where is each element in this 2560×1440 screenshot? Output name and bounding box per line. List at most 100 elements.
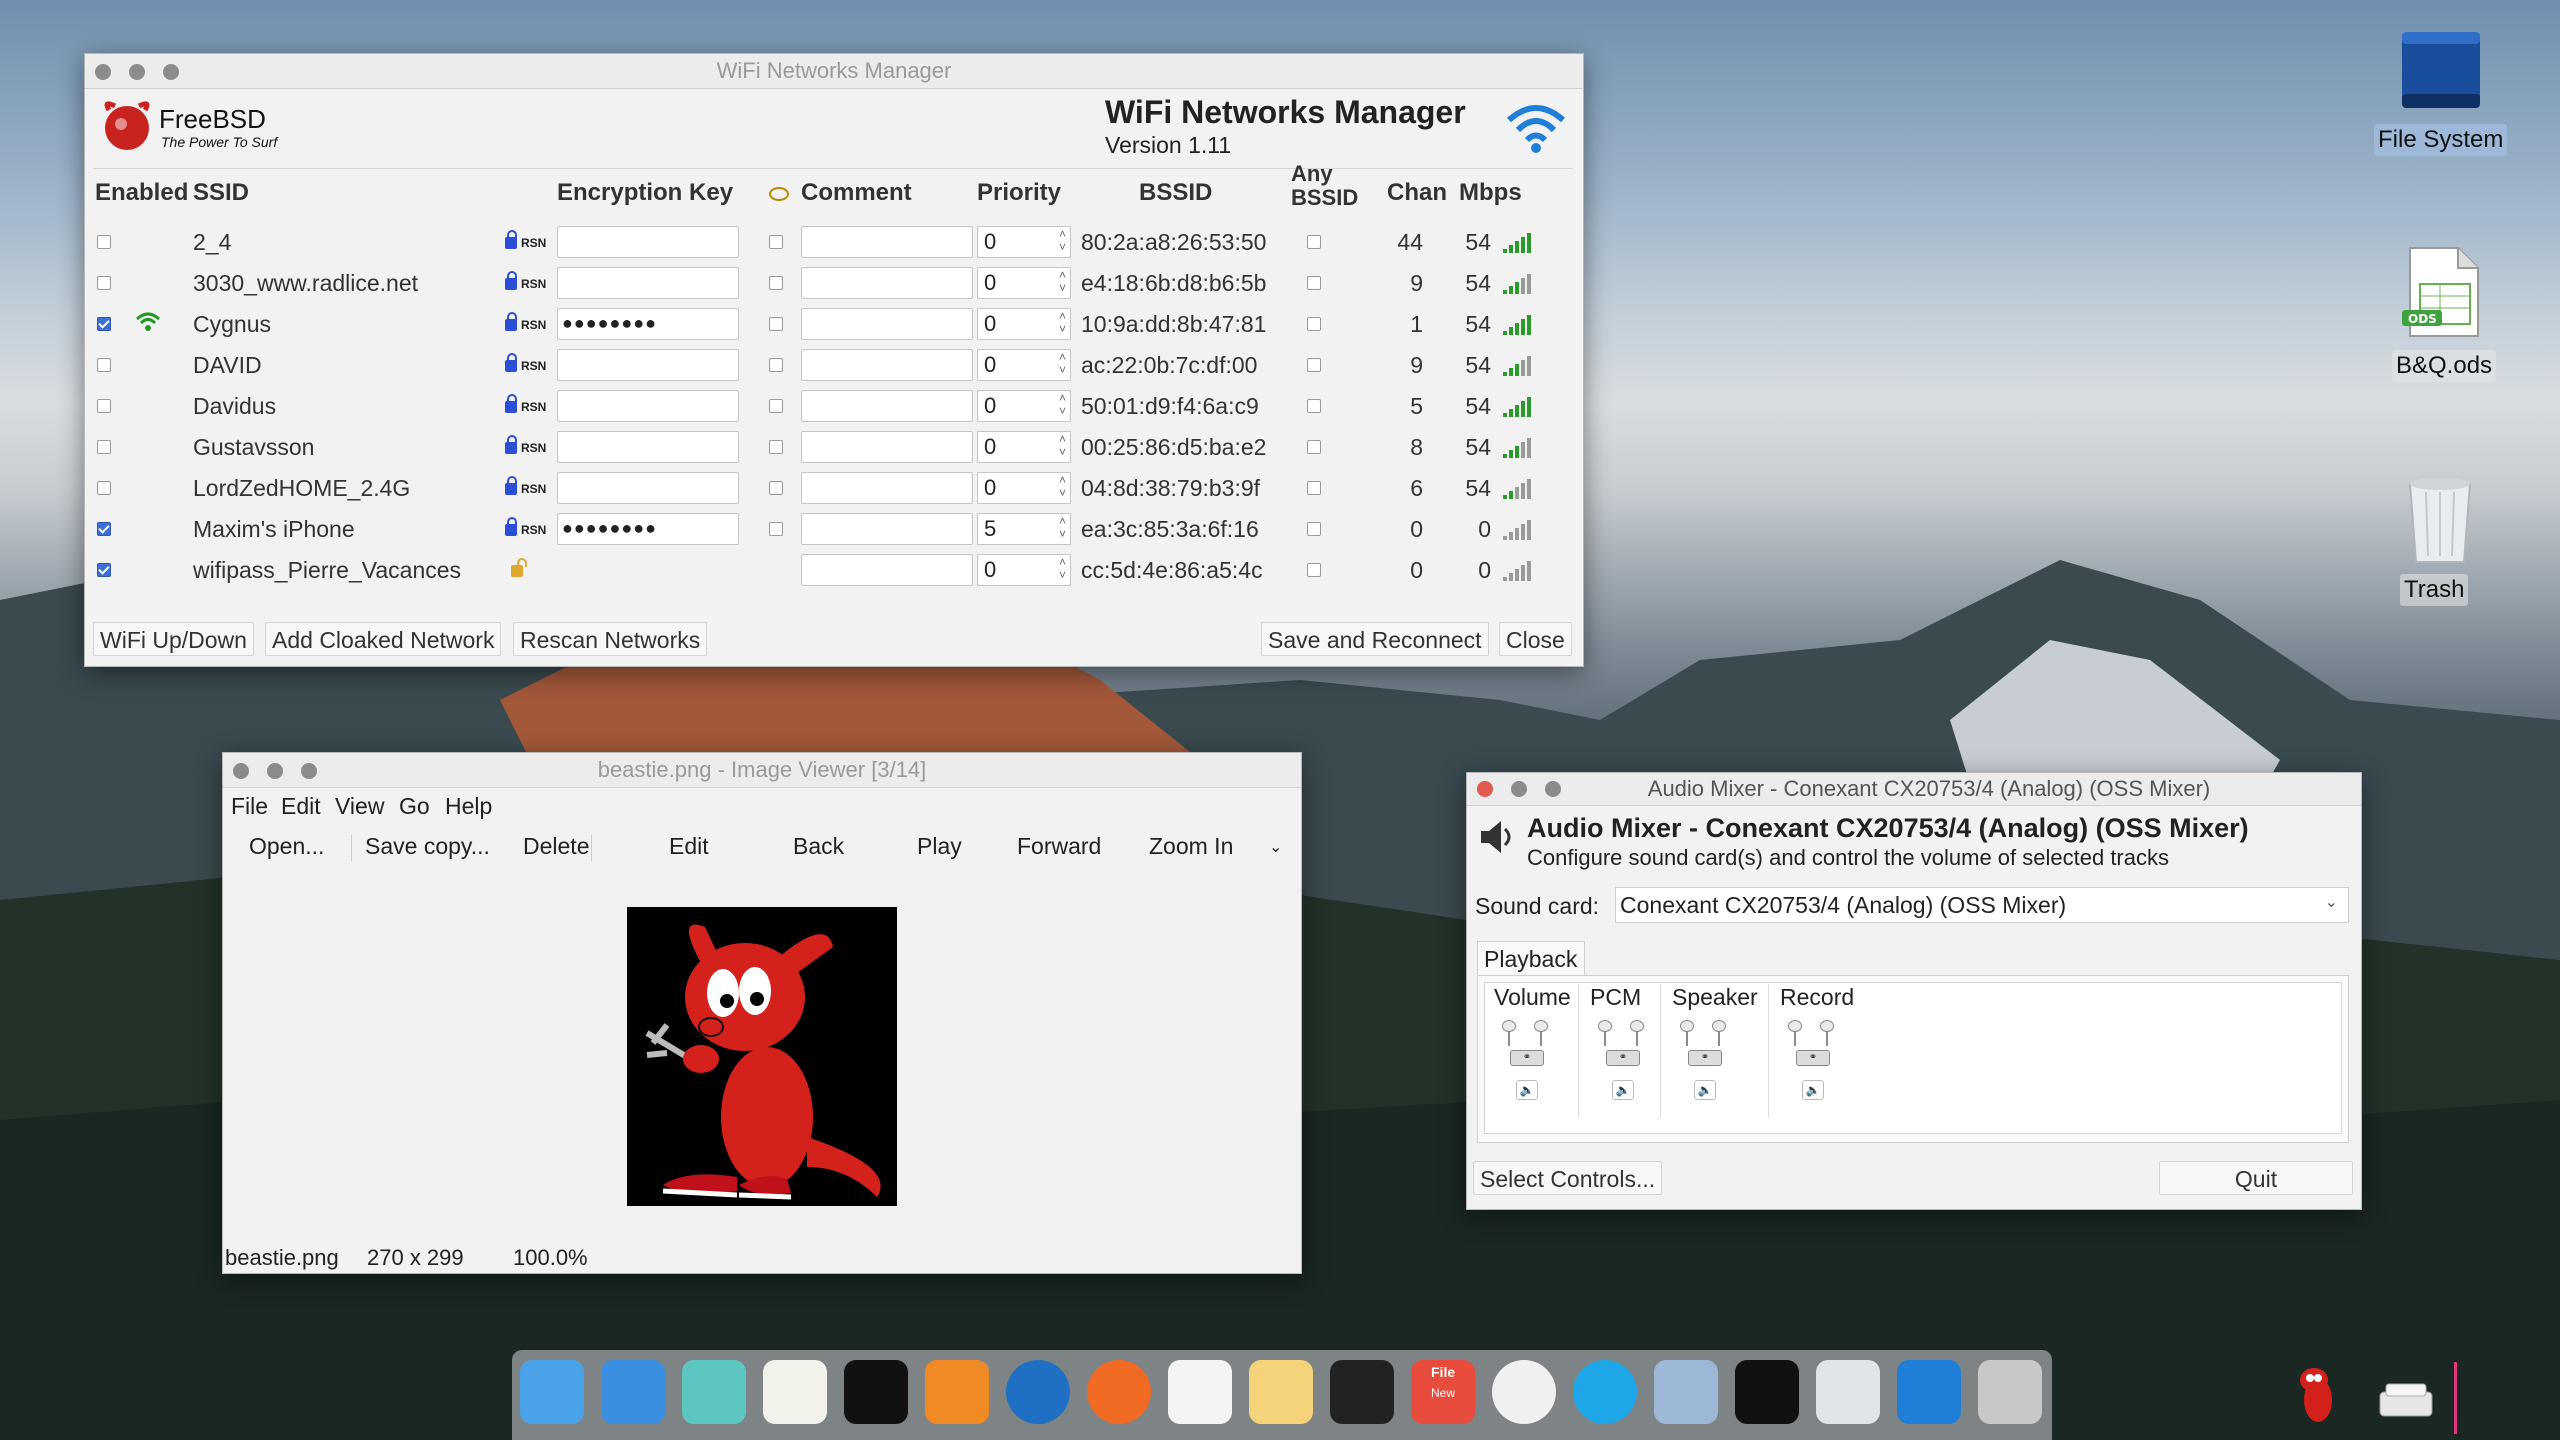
network-row[interactable]: wifipass_Pierre_Vacances 0 cc:5d:4e:86:a5:… (93, 551, 1573, 592)
beastie-tray-icon[interactable] (2288, 1362, 2348, 1432)
open-button[interactable]: Open... (249, 833, 324, 860)
right-volume-slider[interactable] (1630, 1020, 1644, 1046)
encryption-key-input[interactable]: ●●●●●●●● (557, 513, 739, 545)
link-channels-icon[interactable]: ⚭ (1510, 1050, 1544, 1066)
notes-icon[interactable] (1249, 1360, 1313, 1424)
encryption-key-input[interactable] (557, 472, 739, 504)
enabled-checkbox[interactable] (97, 440, 111, 454)
save-copy-button[interactable]: Save copy... (365, 833, 490, 860)
enabled-checkbox[interactable] (97, 399, 111, 413)
right-volume-slider[interactable] (1820, 1020, 1834, 1046)
comment-input[interactable] (801, 226, 973, 258)
zoom-in-button[interactable]: Zoom In (1149, 833, 1233, 860)
desktop-icon-file-system[interactable]: File System (2370, 24, 2510, 164)
comment-input[interactable] (801, 472, 973, 504)
encryption-key-input[interactable] (557, 431, 739, 463)
save-reconnect-button[interactable]: Save and Reconnect (1261, 622, 1489, 656)
comment-input[interactable] (801, 267, 973, 299)
priority-spinbox[interactable]: 0 (977, 431, 1071, 463)
network-row[interactable]: DAVID RSN 0 ac:22:0b:7c:df:00 9 54 (93, 346, 1573, 387)
network-row[interactable]: Cygnus RSN ●●●●●●●● 0 10:9a:dd:8b:47:81 1 54 (93, 305, 1573, 346)
comment-input[interactable] (801, 431, 973, 463)
enabled-checkbox[interactable] (97, 317, 111, 331)
comment-input[interactable] (801, 554, 973, 586)
link-channels-icon[interactable]: ⚭ (1796, 1050, 1830, 1066)
menu-view[interactable]: View (335, 793, 384, 820)
mute-speaker-icon[interactable]: 🔈 (1694, 1080, 1716, 1100)
forward-button[interactable]: Forward (1017, 833, 1101, 860)
mute-speaker-icon[interactable]: 🔈 (1612, 1080, 1634, 1100)
enabled-checkbox[interactable] (97, 235, 111, 249)
network-row[interactable]: Maxim's iPhone RSN ●●●●●●●● 5 ea:3c:85:3a:6f… (93, 510, 1573, 551)
back-button[interactable]: Back (793, 833, 844, 860)
text-file-icon[interactable] (1735, 1360, 1799, 1424)
menu-edit[interactable]: Edit (281, 793, 321, 820)
comment-input[interactable] (801, 513, 973, 545)
mute-speaker-icon[interactable]: 🔈 (1802, 1080, 1824, 1100)
network-row[interactable]: 3030_www.radlice.net RSN 0 e4:18:6b:d8:b6:5… (93, 264, 1573, 305)
files-icon[interactable] (682, 1360, 746, 1424)
encryption-key-input[interactable] (557, 226, 739, 258)
wifi-icon[interactable] (1897, 1360, 1961, 1424)
show-key-checkbox[interactable] (769, 317, 783, 331)
left-volume-slider[interactable] (1598, 1020, 1612, 1046)
browser-icon[interactable] (1006, 1360, 1070, 1424)
show-password-eye-icon[interactable] (769, 187, 789, 201)
finder-icon[interactable] (520, 1360, 584, 1424)
rescan-networks-button[interactable]: Rescan Networks (513, 622, 708, 656)
sound-card-select[interactable]: Conexant CX20753/4 (Analog) (OSS Mixer) … (1615, 887, 2349, 923)
menu-help[interactable]: Help (445, 793, 492, 820)
show-key-checkbox[interactable] (769, 440, 783, 454)
wifi-updown-button[interactable]: WiFi Up/Down (93, 622, 254, 656)
network-row[interactable]: 2_4 RSN 0 80:2a:a8:26:53:50 44 54 (93, 223, 1573, 264)
quit-button[interactable]: Quit (2159, 1161, 2353, 1195)
enabled-checkbox[interactable] (97, 358, 111, 372)
left-volume-slider[interactable] (1502, 1020, 1516, 1046)
priority-spinbox[interactable]: 0 (977, 390, 1071, 422)
network-row[interactable]: LordZedHOME_2.4G RSN 0 04:8d:38:79:b3:9f 6 54 (93, 469, 1573, 510)
encryption-key-input[interactable] (557, 349, 739, 381)
priority-spinbox[interactable]: 5 (977, 513, 1071, 545)
enabled-checkbox[interactable] (97, 481, 111, 495)
enabled-checkbox[interactable] (97, 276, 111, 290)
priority-spinbox[interactable]: 0 (977, 554, 1071, 586)
skype-icon[interactable] (1573, 1360, 1637, 1424)
encryption-key-input[interactable] (557, 267, 739, 299)
trash-icon[interactable] (1816, 1360, 1880, 1424)
priority-spinbox[interactable]: 0 (977, 226, 1071, 258)
comment-input[interactable] (801, 308, 973, 340)
close-button[interactable]: Close (1499, 622, 1572, 656)
any-bssid-checkbox[interactable] (1307, 235, 1321, 249)
play-button[interactable]: Play (917, 833, 962, 860)
removable-drive-icon[interactable] (2378, 1380, 2434, 1420)
image-viewer-icon[interactable] (1654, 1360, 1718, 1424)
any-bssid-checkbox[interactable] (1307, 317, 1321, 331)
mail-icon[interactable] (601, 1360, 665, 1424)
encryption-key-input[interactable]: ●●●●●●●● (557, 308, 739, 340)
delete-button[interactable]: Delete (523, 833, 589, 860)
system-monitor-icon[interactable] (1330, 1360, 1394, 1424)
desktop-icon-trash[interactable]: Trash (2370, 470, 2510, 610)
menu-file[interactable]: File (231, 793, 268, 820)
any-bssid-checkbox[interactable] (1307, 563, 1321, 577)
text-editor-icon[interactable] (763, 1360, 827, 1424)
toolbar-overflow-chevron-icon[interactable]: ⌄ (1269, 837, 1282, 857)
any-bssid-checkbox[interactable] (1307, 522, 1321, 536)
terminal-icon[interactable] (844, 1360, 908, 1424)
desktop-icon-bq-ods[interactable]: ODS B&Q.ods (2370, 244, 2510, 384)
file-new-icon[interactable]: File New (1411, 1360, 1475, 1424)
select-controls-button[interactable]: Select Controls... (1473, 1161, 1663, 1195)
tab-playback[interactable]: Playback (1477, 941, 1585, 975)
clock-icon[interactable] (1492, 1360, 1556, 1424)
show-key-checkbox[interactable] (769, 522, 783, 536)
link-channels-icon[interactable]: ⚭ (1688, 1050, 1722, 1066)
any-bssid-checkbox[interactable] (1307, 358, 1321, 372)
show-key-checkbox[interactable] (769, 276, 783, 290)
left-volume-slider[interactable] (1680, 1020, 1694, 1046)
any-bssid-checkbox[interactable] (1307, 440, 1321, 454)
charts-icon[interactable] (1168, 1360, 1232, 1424)
menu-go[interactable]: Go (399, 793, 430, 820)
comment-input[interactable] (801, 390, 973, 422)
show-key-checkbox[interactable] (769, 481, 783, 495)
priority-spinbox[interactable]: 0 (977, 349, 1071, 381)
